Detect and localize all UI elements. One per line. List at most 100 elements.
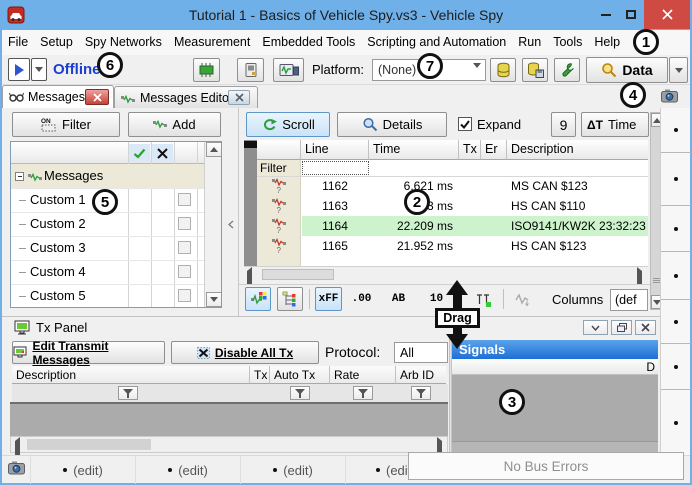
menu-setup[interactable]: Setup — [34, 30, 79, 55]
column-header-description[interactable]: Description — [507, 140, 648, 160]
protocol-select[interactable]: All — [394, 342, 448, 363]
database-save-button[interactable] — [522, 58, 548, 82]
logger-button[interactable] — [273, 58, 304, 82]
tx-hscrollbar[interactable] — [10, 436, 448, 453]
scroll-thumb[interactable] — [262, 269, 334, 280]
disable-all-button[interactable] — [152, 144, 173, 162]
status-edit-slot[interactable]: (edit) — [135, 456, 240, 484]
edit-transmit-messages-button[interactable]: Edit Transmit Messages — [12, 341, 165, 364]
tx-column-rate[interactable]: Rate — [330, 366, 396, 384]
sort-signals-button[interactable] — [510, 287, 536, 311]
tree-row-custom4[interactable]: Custom 4 — [11, 260, 204, 284]
tree-row-custom3[interactable]: Custom 3 — [11, 236, 204, 260]
custom4-checkbox[interactable] — [178, 265, 191, 278]
tx-panel-restore-button[interactable] — [611, 320, 632, 335]
ecu-button[interactable] — [193, 58, 220, 82]
format-ascii-button[interactable]: AB — [385, 287, 412, 311]
dock-tab[interactable] — [661, 108, 691, 153]
menu-embedded-tools[interactable]: Embedded Tools — [256, 30, 361, 55]
tab-messages-editor-close-button[interactable] — [228, 90, 250, 105]
scroll-up-button[interactable] — [206, 142, 222, 157]
data-dropdown[interactable] — [669, 57, 688, 83]
add-button[interactable]: Add — [128, 112, 221, 137]
format-hex-button[interactable]: xFF — [315, 287, 342, 311]
menu-measurement[interactable]: Measurement — [168, 30, 256, 55]
expand-checkbox[interactable] — [458, 117, 472, 131]
panel-splitter[interactable] — [224, 141, 237, 308]
menu-spy-networks[interactable]: Spy Networks — [79, 30, 168, 55]
capture-camera-icon[interactable] — [8, 460, 25, 478]
disable-all-tx-button[interactable]: Disable All Tx — [171, 341, 319, 364]
tx-column-arbid[interactable]: Arb ID — [396, 366, 446, 384]
run-options-dropdown[interactable] — [31, 58, 47, 81]
custom5-checkbox[interactable] — [178, 289, 191, 302]
menu-scripting-automation[interactable]: Scripting and Automation — [361, 30, 512, 55]
signal-view-button[interactable] — [245, 287, 271, 311]
tx-column-tx[interactable]: Tx — [250, 366, 270, 384]
tx-column-autotx[interactable]: Auto Tx — [270, 366, 330, 384]
close-button[interactable] — [644, 0, 690, 29]
columns-select[interactable]: (def — [610, 289, 648, 311]
message-row-highlighted[interactable]: ? 1164 22.209 ms ISO9141/KW2K 23:32:23 — [257, 216, 648, 236]
scroll-left-icon[interactable] — [15, 441, 20, 456]
column-header-time[interactable]: Time — [369, 140, 459, 160]
status-edit-slot[interactable]: (edit) — [240, 456, 345, 484]
enable-all-button[interactable] — [129, 144, 150, 162]
memory-card-button[interactable] — [237, 58, 264, 82]
tx-panel-close-button[interactable] — [635, 320, 656, 335]
custom1-checkbox[interactable] — [178, 193, 191, 206]
status-edit-slot[interactable]: (edit) — [30, 456, 135, 484]
scroll-button[interactable]: Scroll — [246, 112, 330, 137]
scroll-thumb[interactable] — [27, 439, 151, 450]
dock-tab[interactable] — [661, 206, 691, 252]
column-header-line[interactable]: Line — [301, 140, 369, 160]
time-mode-button[interactable]: ΔT Time — [581, 112, 649, 137]
menu-file[interactable]: File — [2, 30, 34, 55]
filter-line-cell[interactable] — [302, 161, 369, 175]
maximize-button[interactable] — [619, 0, 643, 29]
messages-position-gutter[interactable] — [244, 140, 257, 266]
message-row[interactable]: ? 1163 3 ms HS CAN $110 — [257, 196, 648, 216]
tree-row-custom2[interactable]: Custom 2 — [11, 212, 204, 236]
data-button[interactable]: Data — [586, 57, 668, 83]
filter-tree-scrollbar[interactable] — [204, 142, 221, 307]
dock-tab[interactable] — [661, 390, 691, 455]
signals-column-header[interactable]: D — [452, 359, 658, 375]
autotx-filter-funnel-icon[interactable] — [290, 386, 310, 400]
minimize-button[interactable] — [594, 0, 618, 29]
group-digits-button[interactable]: 9 — [551, 112, 576, 137]
run-button[interactable] — [8, 58, 30, 81]
column-header-icon[interactable] — [257, 140, 301, 160]
dock-tab[interactable] — [661, 153, 691, 206]
dock-tab[interactable] — [661, 252, 691, 300]
dock-tab[interactable] — [661, 344, 691, 390]
filter-button[interactable]: ON Filter — [12, 112, 120, 137]
rate-filter-funnel-icon[interactable] — [353, 386, 373, 400]
menu-tools[interactable]: Tools — [547, 30, 588, 55]
tx-column-description[interactable]: Description — [12, 366, 250, 384]
custom2-checkbox[interactable] — [178, 217, 191, 230]
format-decimal-button[interactable]: .00 — [348, 287, 375, 311]
dock-tab[interactable] — [661, 300, 691, 344]
network-view-button[interactable] — [277, 287, 303, 311]
arbid-filter-funnel-icon[interactable] — [411, 386, 431, 400]
column-header-er[interactable]: Er — [481, 140, 507, 160]
tx-panel-collapse-button[interactable] — [583, 320, 608, 335]
tab-messages[interactable]: Messages — [2, 85, 114, 108]
message-row[interactable]: ? 1162 6.621 ms MS CAN $123 — [257, 176, 648, 196]
expand-checkbox-label[interactable]: Expand — [477, 112, 521, 137]
tree-row-custom5[interactable]: Custom 5 — [11, 284, 204, 308]
details-button[interactable]: Details — [337, 112, 447, 137]
database-button[interactable] — [490, 58, 516, 82]
custom3-checkbox[interactable] — [178, 241, 191, 254]
scroll-down-button[interactable] — [206, 292, 222, 307]
menu-run[interactable]: Run — [512, 30, 547, 55]
menu-help[interactable]: Help — [588, 30, 626, 55]
column-header-tx[interactable]: Tx — [459, 140, 481, 160]
tab-messages-close-button[interactable] — [85, 89, 109, 105]
tools-wrench-button[interactable] — [554, 58, 580, 82]
collapse-expander-icon[interactable] — [15, 172, 24, 181]
description-filter-funnel-icon[interactable] — [118, 386, 138, 400]
message-row[interactable]: ? 1165 21.952 ms HS CAN $123 — [257, 236, 648, 256]
capture-camera-icon[interactable] — [661, 88, 678, 106]
